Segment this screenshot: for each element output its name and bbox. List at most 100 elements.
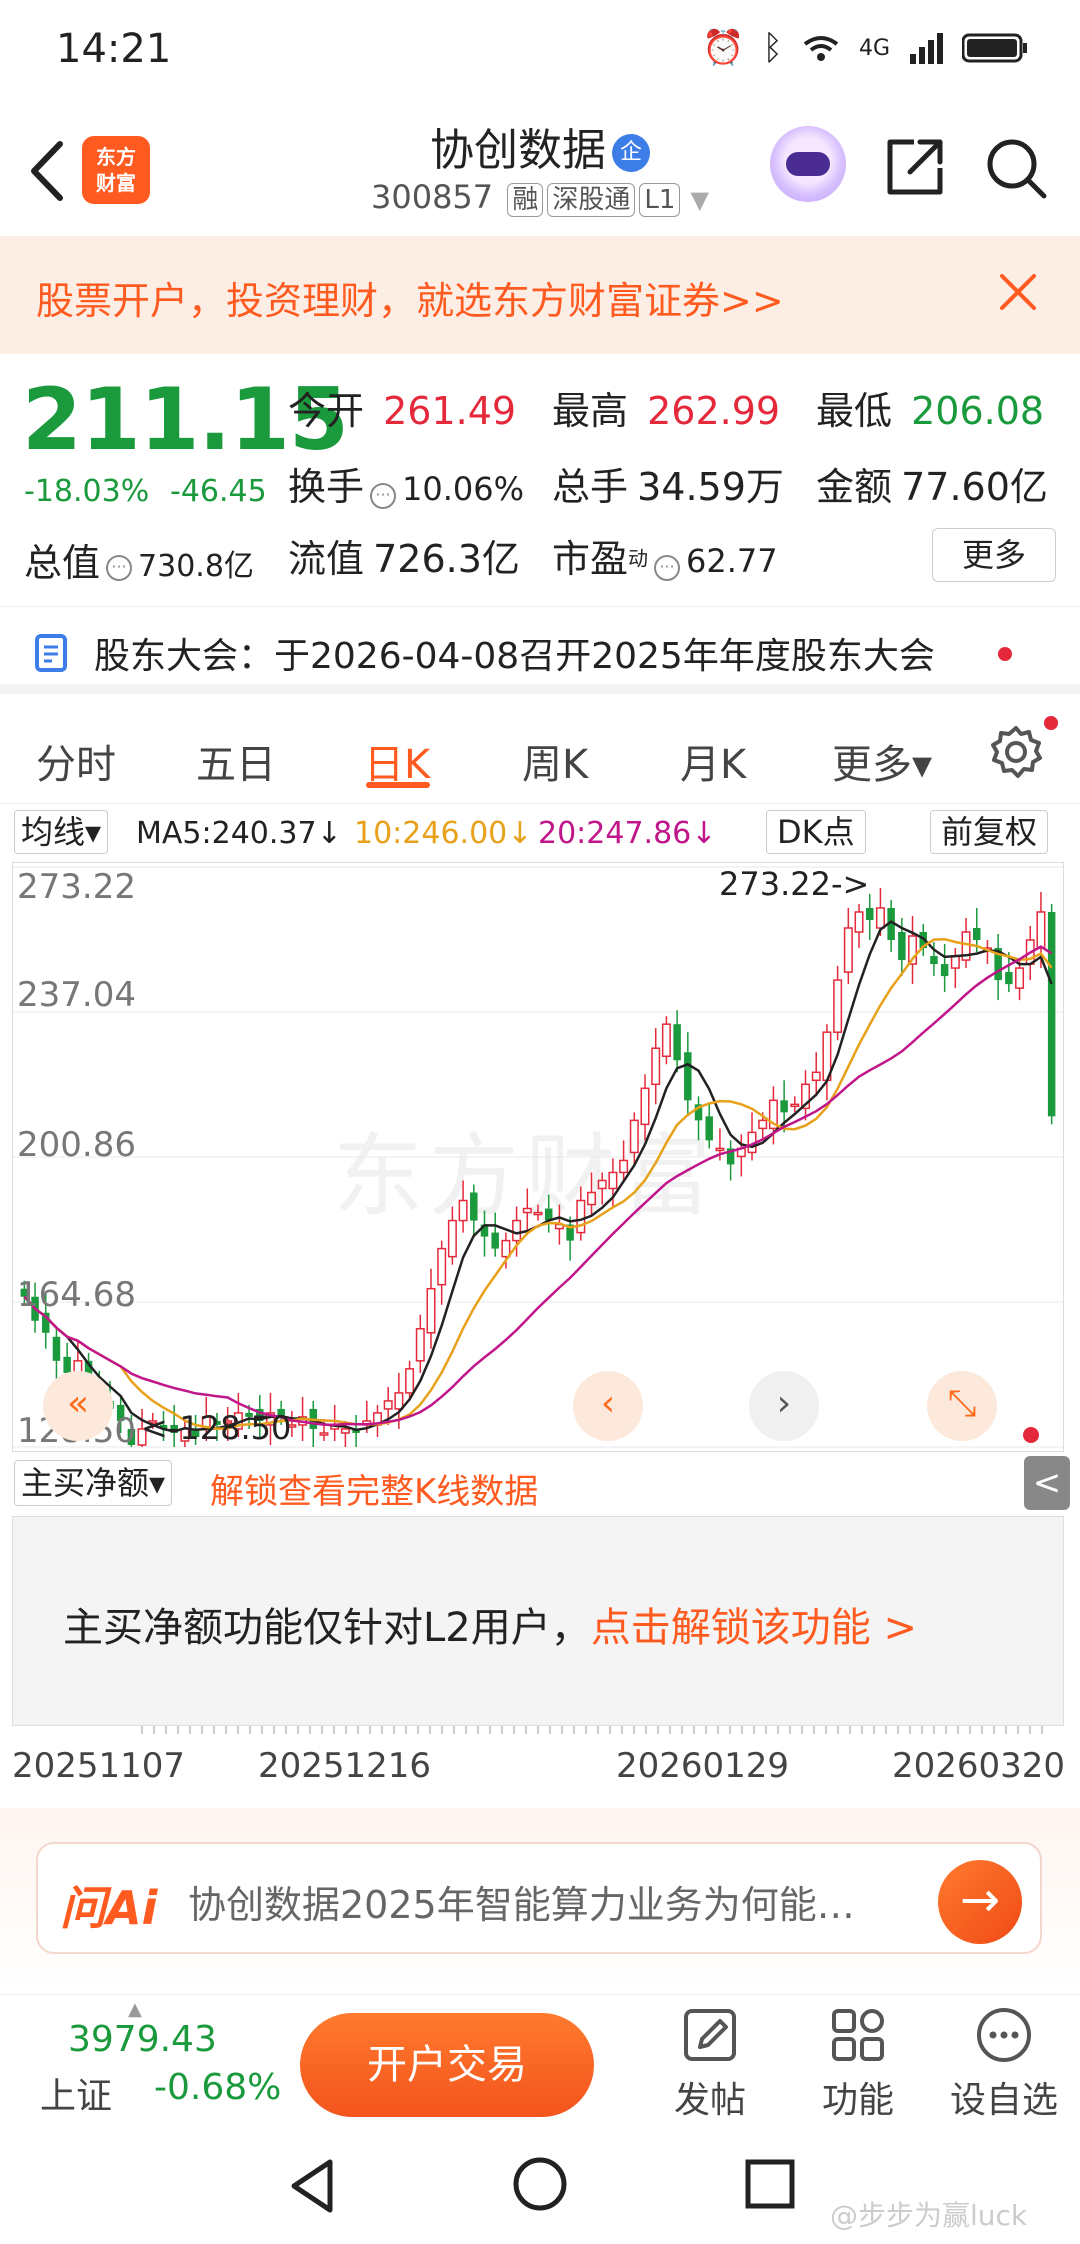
low-label: 最低 [816, 389, 893, 433]
nav-recents-icon[interactable] [744, 2158, 796, 2210]
tab-five-day[interactable]: 五日 [196, 732, 276, 790]
tag-connect: 深股通 [547, 183, 636, 217]
ma20-line [23, 945, 1053, 1427]
settings-unread-dot [1044, 716, 1058, 730]
alarm-icon: ⏰ [702, 28, 745, 68]
candle-body [1036, 911, 1046, 949]
app-logo[interactable]: 东方 财富 [82, 136, 150, 204]
ai-robot-icon[interactable] [770, 126, 846, 202]
unlock-kline-link[interactable]: 解锁查看完整K线数据 [210, 1464, 538, 1513]
candle-body [512, 1219, 522, 1242]
candle-body [780, 1100, 788, 1113]
stock-code: 300857 [370, 178, 494, 216]
ai-submit-button[interactable]: → [938, 1860, 1022, 1944]
promo-banner[interactable]: 股票开户，投资理财，就选东方财富证券>> [0, 236, 1080, 354]
min-price-label: <-128.50 [141, 1409, 292, 1447]
scroll-to-start-button[interactable]: « [43, 1371, 113, 1441]
ma10-value: 10:246.00↓ [354, 816, 533, 851]
indicator-type-select[interactable]: 主买净额▾ [14, 1460, 173, 1506]
indicator-message: 主买净额功能仅针对L2用户，点击解锁该功能 > [63, 1595, 917, 1653]
ma10-line [23, 937, 1053, 1430]
function-button[interactable]: 功能 [798, 2005, 918, 2123]
ai-logo: 问Ai [60, 1881, 158, 1935]
tab-more[interactable]: 更多▾ [832, 732, 932, 790]
indicator-locked-panel[interactable]: 主买净额功能仅针对L2用户，点击解锁该功能 > [12, 1516, 1064, 1726]
high-field: 最高 262.99 [552, 380, 780, 435]
candle-body [651, 1047, 661, 1086]
turnover-label: 换手 [288, 465, 365, 509]
volume-label: 总手 [552, 465, 629, 509]
candle-body [597, 1179, 607, 1190]
candle-body [437, 1247, 447, 1286]
high-label: 最高 [552, 389, 629, 433]
kline-chart[interactable]: 东方财富 273.22 237.04 200.86 164.68 128.50 … [12, 862, 1064, 1452]
more-dots-icon [977, 2008, 1031, 2062]
chart-settings-button[interactable] [988, 724, 1044, 780]
date-label: 20260320 [892, 1746, 1066, 1786]
index-value[interactable]: 3979.43 [68, 2019, 217, 2060]
back-button[interactable] [22, 136, 82, 206]
info-icon: ··· [370, 482, 397, 509]
tag-margin: 融 [507, 183, 544, 217]
share-button[interactable] [884, 136, 946, 198]
nav-back-icon[interactable] [286, 2156, 340, 2216]
post-button[interactable]: 发帖 [650, 2005, 770, 2123]
fullscreen-button[interactable]: ⤡ [927, 1371, 997, 1441]
amount-label: 金额 [816, 465, 893, 509]
indicator-select[interactable]: 均线▾ [14, 810, 109, 854]
collapse-panel-button[interactable]: < [1024, 1456, 1070, 1510]
candle-body [415, 1328, 425, 1362]
candle-body [587, 1191, 597, 1206]
high-value: 262.99 [647, 389, 781, 433]
scroll-left-button[interactable]: ‹ [573, 1371, 643, 1441]
nav-home-icon[interactable] [512, 2156, 568, 2212]
total-value: 730.8亿 [138, 549, 254, 584]
unlock-feature-link[interactable]: 点击解锁该功能 > [591, 1605, 917, 1651]
date-axis: 20251107 20251216 20260129 20260320 [12, 1726, 1066, 1786]
candle-body [661, 1023, 671, 1057]
total-value-field[interactable]: 总值 ··· 730.8亿 [24, 532, 254, 587]
ma-row: 均线▾ MA5:240.37↓ 10:246.00↓ 20:247.86↓ DK… [0, 806, 1080, 858]
search-button[interactable] [984, 136, 1048, 200]
more-quote-button[interactable]: 更多 [932, 528, 1056, 582]
index-expand-icon[interactable]: ▲ [128, 1999, 142, 2020]
change-amount: -46.45 [170, 474, 267, 509]
index-name[interactable]: 上证 [40, 2067, 112, 2119]
candle-body [640, 1087, 650, 1126]
candle-body [629, 1119, 639, 1154]
scroll-right-button[interactable]: › [749, 1371, 819, 1441]
open-account-trade-button[interactable]: 开户交易 [300, 2013, 594, 2117]
dk-point-button[interactable]: DK点 [766, 810, 866, 854]
tab-weekly-k[interactable]: 周K [522, 732, 588, 790]
back-arrow-icon [31, 141, 63, 201]
price-adjust-button[interactable]: 前复权 [930, 810, 1049, 854]
float-value-field: 流值 726.3亿 [288, 528, 520, 583]
candle-body [790, 1103, 800, 1108]
candle-body [1015, 967, 1025, 989]
candle-body [52, 1336, 61, 1361]
add-watchlist-button[interactable]: 设自选 [944, 2005, 1064, 2123]
notice-unread-dot [998, 647, 1012, 661]
index-change[interactable]: -0.68% [154, 2067, 281, 2108]
candle-body [608, 1171, 618, 1190]
chevron-down-icon: ▼ [690, 186, 710, 214]
wifi-icon [803, 36, 839, 61]
candle-body [533, 1211, 543, 1216]
tab-intraday[interactable]: 分时 [36, 732, 116, 790]
shareholder-notice[interactable]: 股东大会：于2026-04-08召开2025年年度股东大会 [0, 606, 1080, 694]
grid-icon [832, 2009, 884, 2061]
banner-close-button[interactable] [994, 268, 1042, 316]
candle-body [619, 1159, 629, 1174]
ai-query-text: 协创数据2025年智能算力业务为何能… [188, 1883, 855, 1927]
tab-monthly-k[interactable]: 月K [680, 732, 746, 790]
info-icon: ··· [654, 554, 681, 581]
pe-field[interactable]: 市盈动 ··· 62.77 [552, 528, 778, 583]
max-price-label: 273.22-> [719, 865, 870, 903]
logo-line1: 东方 [96, 145, 136, 169]
candle-body [319, 1432, 329, 1436]
candle-body [447, 1219, 457, 1258]
ai-question-bar[interactable]: 问Ai 协创数据2025年智能算力业务为何能… → [36, 1842, 1042, 1954]
y-tick-label: 237.04 [17, 975, 136, 1015]
turnover-field[interactable]: 换手 ··· 10.06% [288, 456, 524, 511]
candle-body [394, 1392, 404, 1410]
